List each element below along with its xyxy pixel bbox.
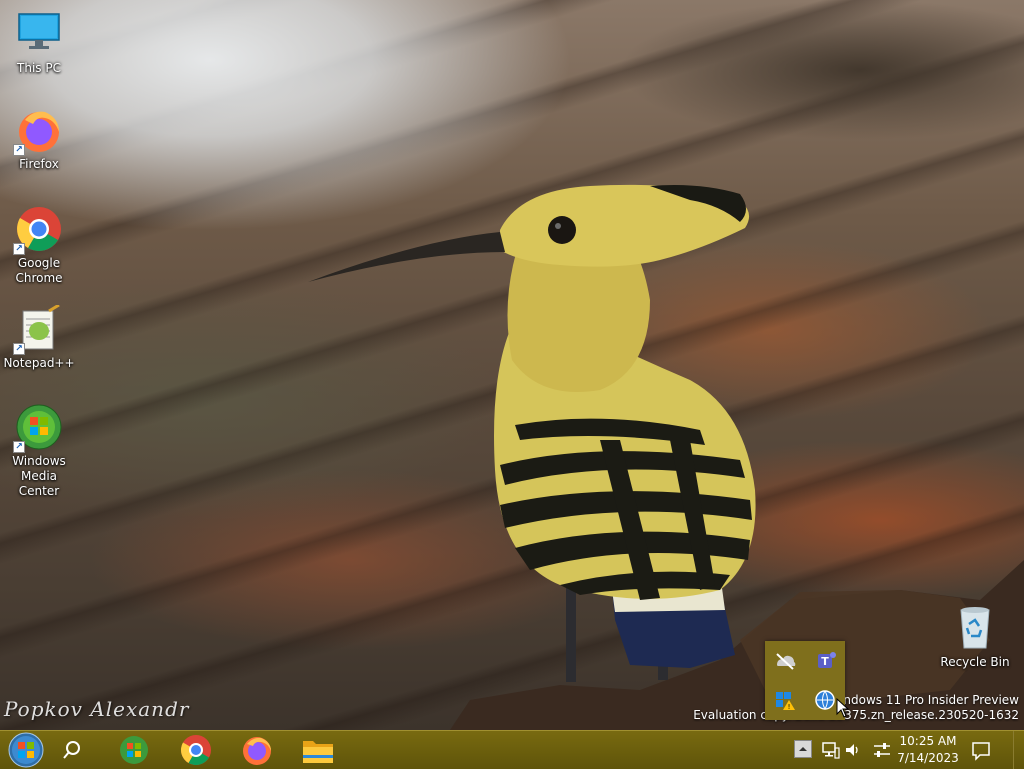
this-pc-icon [15,10,63,58]
file-explorer-icon [303,741,333,763]
desktop-icon-chrome[interactable]: ↗ Google Chrome [1,205,77,286]
mouse-cursor-icon [836,698,850,718]
taskbar: 10:25 AM 7/14/2023 [0,730,1024,769]
firefox-icon: ↗ [13,106,63,156]
desktop-icon-firefox[interactable]: ↗ Firefox [1,106,77,172]
desktop-icon-label: Notepad++ [3,356,75,370]
desktop-icon-recycle-bin[interactable]: Recycle Bin [937,604,1013,670]
os-watermark: Windows 11 Pro Insider Preview Evaluatio… [693,693,1019,723]
tray-overflow-popup: T ! [765,641,845,720]
notepadpp-icon: ↗ [13,303,63,355]
chrome-icon: ↗ [13,205,63,255]
windows-start-icon [8,732,44,768]
search-icon [63,741,80,759]
taskbar-file-explorer[interactable] [294,731,342,769]
wallpaper-signature: Popkov Alexandr [4,697,189,721]
desktop-wallpaper: This PC ↗ Firefox ↗ Google Chrome ↗ Note… [0,0,1024,730]
settings-sliders-icon[interactable] [872,740,892,764]
shortcut-arrow-icon: ↗ [13,144,25,156]
media-center-icon [120,736,148,764]
volume-icon[interactable] [843,740,863,764]
taskbar-firefox[interactable] [233,731,281,769]
taskbar-chrome[interactable] [172,731,220,769]
clock-date: 7/14/2023 [897,751,959,765]
chrome-icon [180,735,211,766]
shortcut-arrow-icon: ↗ [13,343,25,355]
network-globe-icon[interactable] [813,688,837,712]
teams-icon[interactable]: T [813,649,837,673]
media-center-icon: ↗ [13,403,63,453]
recycle-bin-icon [951,604,999,652]
wallpaper-hoopoe-image [308,184,1024,730]
svg-text:!: ! [788,703,791,711]
desktop-icon-label: This PC [17,61,61,75]
desktop-icon-notepadpp[interactable]: ↗ Notepad++ [1,303,77,371]
wallpaper-signature-text: Popkov Alexandr [4,697,190,721]
desktop-icon-label: Google Chrome [15,256,63,285]
notification-icon[interactable] [970,740,992,766]
show-desktop-button[interactable] [1013,731,1024,769]
shortcut-arrow-icon: ↗ [13,243,25,255]
onedrive-offline-icon[interactable] [773,649,797,673]
start-button[interactable] [2,731,50,769]
chevron-up-icon[interactable] [794,740,812,758]
clock-time: 10:25 AM [899,734,957,748]
system-tray [790,731,900,769]
shortcut-arrow-icon: ↗ [13,441,25,453]
os-watermark-line1: Windows 11 Pro Insider Preview [828,693,1019,707]
search-button[interactable] [50,731,94,769]
desktop-icon-this-pc[interactable]: This PC [1,10,77,76]
desktop-icon-label: Recycle Bin [940,655,1010,669]
taskbar-media-center[interactable] [110,731,158,769]
security-warning-icon[interactable]: ! [773,688,797,712]
os-watermark-line2: Evaluation copy. Build 25375.zn_release.… [693,708,1019,722]
clock[interactable]: 10:25 AM 7/14/2023 [890,733,966,767]
desktop-icon-label: Firefox [19,157,59,171]
svg-text:T: T [821,655,829,668]
desktop-icon-media-center[interactable]: ↗ Windows Media Center [1,403,77,499]
firefox-icon [243,737,271,765]
network-icon[interactable] [820,740,840,764]
desktop-icon-label: Windows Media Center [12,454,66,498]
